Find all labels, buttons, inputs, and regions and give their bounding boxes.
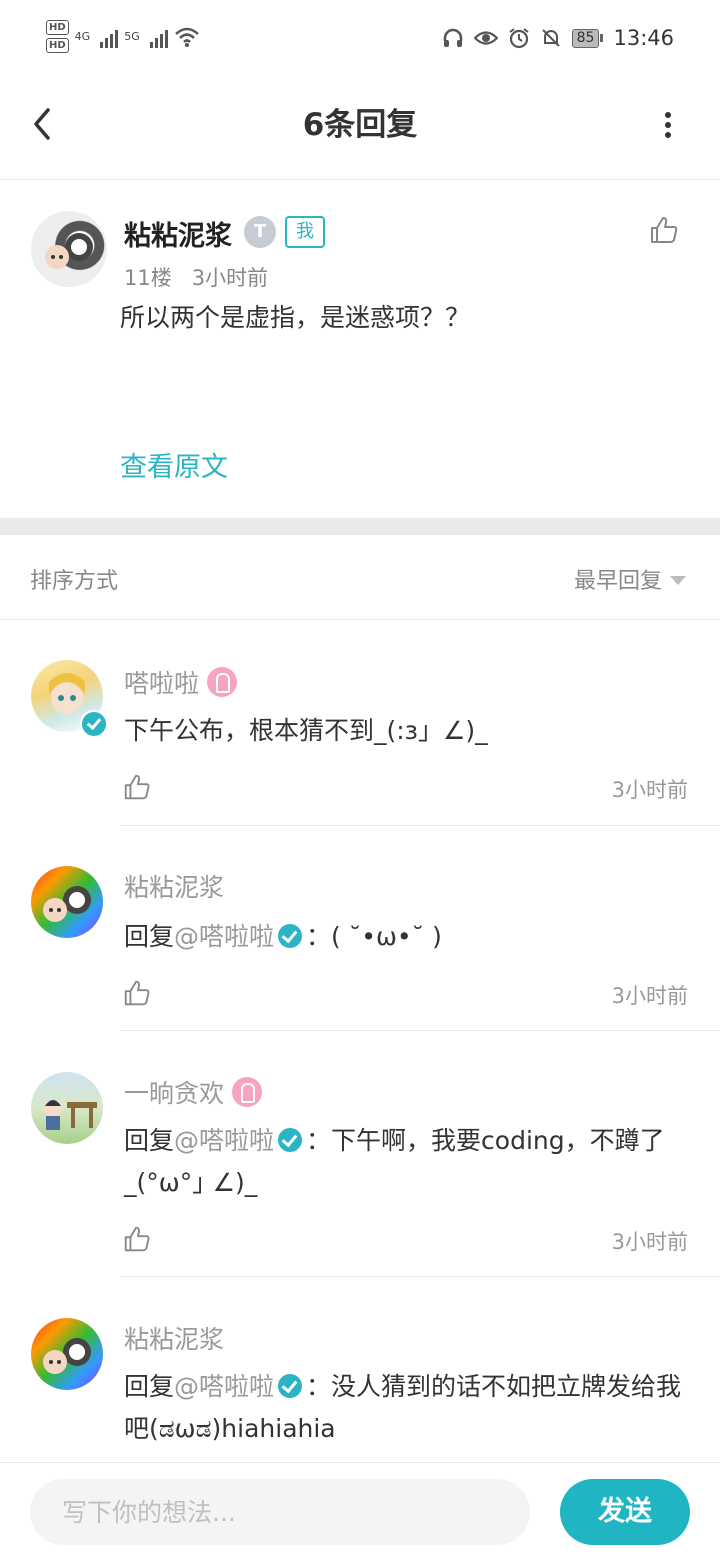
more-options-icon[interactable] <box>656 106 680 146</box>
reply-body: ：( ˘•ω•˘ ) <box>306 922 442 951</box>
reply-divider <box>120 825 720 826</box>
reply-author[interactable]: 嗒啦啦 <box>124 664 238 700</box>
page-title: 6条回复 <box>302 107 418 143</box>
section-divider <box>0 518 720 535</box>
post-text: 所以两个是虚指，是迷惑项？？ <box>120 303 471 332</box>
reply-text: 回复@嗒啦啦 ：没人猜到的话不如把立牌发给我吧(ಡωಡ)hiahiahia <box>124 1366 694 1450</box>
sort-bar: 排序方式 最早回复 <box>0 535 720 620</box>
sort-selected: 最早回复 <box>573 569 662 594</box>
avatar[interactable] <box>31 211 107 287</box>
verified-badge-icon <box>278 1374 303 1398</box>
reply-author[interactable]: 一晌贪欢 <box>124 1074 263 1110</box>
avatar[interactable] <box>31 866 103 938</box>
mute-bell-icon <box>541 29 560 47</box>
reply-text: 回复@嗒啦啦 ：( ˘•ω•˘ ) <box>124 916 694 958</box>
like-icon[interactable] <box>122 1224 152 1254</box>
verified-badge-icon <box>278 1128 303 1152</box>
floor-number: 11楼 <box>124 266 172 290</box>
sort-dropdown[interactable]: 最早回复 <box>574 563 686 595</box>
hd-badges: HD HD <box>46 20 69 53</box>
mention-link[interactable]: @嗒啦啦 <box>174 1126 274 1155</box>
comment-input[interactable] <box>30 1479 530 1545</box>
signal-icon-2 <box>149 26 168 48</box>
mention-link[interactable]: @嗒啦啦 <box>174 922 274 951</box>
chevron-down-icon <box>670 575 686 585</box>
status-right: 85 13:46 <box>442 26 674 50</box>
reply-time: 3小时前 <box>611 778 688 802</box>
reply-text: 下午公布，根本猜不到_(:з」∠)_ <box>124 716 488 745</box>
reply-time: 3小时前 <box>611 984 688 1008</box>
eye-icon <box>473 31 498 45</box>
like-icon[interactable] <box>122 772 152 802</box>
reply-prefix: 回复 <box>124 1126 175 1155</box>
reply-author[interactable]: 粘粘泥浆 <box>124 1320 224 1356</box>
reply-author-name: 粘粘泥浆 <box>124 873 225 902</box>
reply-divider <box>120 1276 720 1277</box>
post-time: 3小时前 <box>191 266 269 290</box>
status-time: 13:46 <box>613 26 674 50</box>
verified-badge-icon <box>278 924 303 948</box>
wifi-icon <box>174 27 199 47</box>
view-original-link[interactable]: 查看原文 <box>120 445 228 484</box>
me-badge: 我 <box>285 216 325 248</box>
reply-prefix: 回复 <box>124 1372 175 1401</box>
verified-badge-icon <box>80 710 108 738</box>
author-name[interactable]: 粘粘泥浆 <box>124 214 232 253</box>
mention-link[interactable]: @嗒啦啦 <box>174 1372 274 1401</box>
vip-icon <box>207 667 238 697</box>
avatar[interactable] <box>31 1072 103 1144</box>
comment-composer: 发送 <box>0 1462 720 1561</box>
battery-level: 85 <box>571 28 600 48</box>
reply-author-name: 一晌贪欢 <box>124 1079 225 1108</box>
alarm-icon <box>509 28 529 49</box>
reply-author-name: 嗒啦啦 <box>124 669 200 698</box>
status-bar: HD HD 4G 5G 85 13:46 <box>0 0 720 82</box>
headphones-icon <box>443 28 462 47</box>
level-badge: T <box>244 216 276 248</box>
reply-time: 3小时前 <box>611 1230 688 1254</box>
main-post: 粘粘泥浆 T 我 11楼 3小时前 所以两个是虚指，是迷惑项？？ 查看原文 <box>0 180 720 518</box>
reply-author-name: 粘粘泥浆 <box>124 1325 225 1354</box>
network-type-1: 4G <box>74 30 91 43</box>
status-left: HD HD 4G 5G <box>46 20 200 53</box>
reply-author[interactable]: 粘粘泥浆 <box>124 868 224 904</box>
battery-icon: 85 <box>571 28 604 48</box>
like-icon[interactable] <box>648 214 680 246</box>
signal-icon <box>100 26 119 48</box>
send-button[interactable]: 发送 <box>560 1479 690 1545</box>
hd-badge-1: HD <box>46 20 69 35</box>
reply-divider <box>120 1030 720 1031</box>
like-icon[interactable] <box>122 978 152 1008</box>
top-bar: 6条回复 <box>0 82 720 180</box>
sort-label: 排序方式 <box>30 569 119 594</box>
reply-prefix: 回复 <box>124 922 175 951</box>
hd-badge-2: HD <box>46 38 69 53</box>
reply-text: 回复@嗒啦啦 ：下午啊，我要coding，不蹲了_(°ω°｣ ∠)_ <box>124 1120 694 1204</box>
avatar[interactable] <box>31 1318 103 1390</box>
network-type-2: 5G <box>124 30 140 43</box>
post-meta: 11楼 3小时前 <box>124 262 268 292</box>
vip-icon <box>232 1077 263 1107</box>
